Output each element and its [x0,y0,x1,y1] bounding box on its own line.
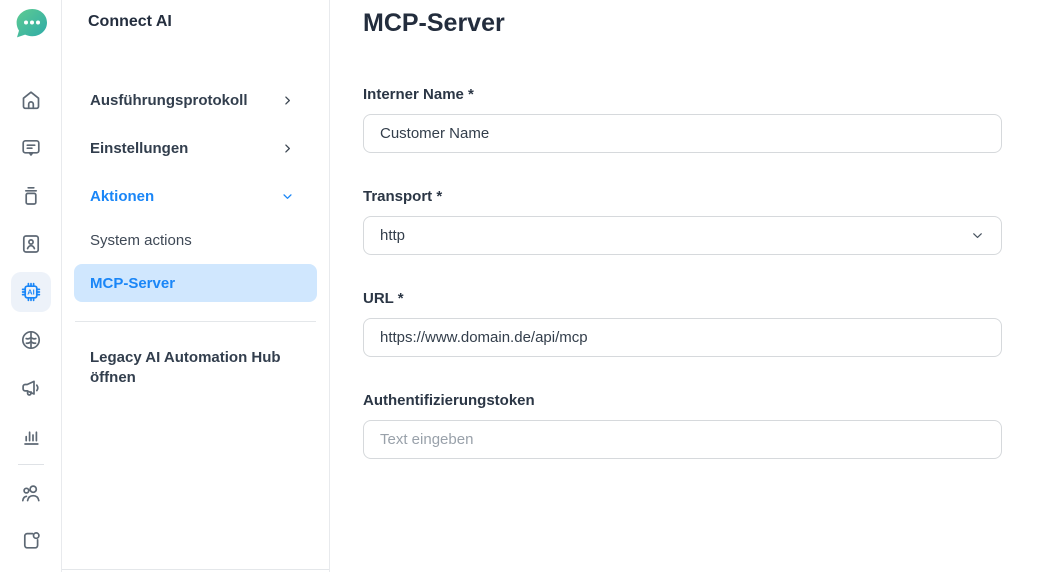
form-group-transport: Transport * http [363,189,1002,255]
transport-label: Transport * [363,189,1002,205]
sidebar-title: Connect AI [62,0,329,30]
nav-item-label: Einstellungen [90,140,188,157]
rail-items: AI [7,76,55,565]
rail-item-brain[interactable] [7,316,55,364]
main-content: MCP-Server Interner Name * Transport * h… [330,0,1042,572]
chevron-down-icon [970,228,985,243]
rail-item-ai-actions[interactable]: AI [7,268,55,316]
url-label: URL * [363,291,1002,307]
chevron-down-icon [281,190,294,203]
nav-item-aktionen[interactable]: Aktionen [62,172,329,220]
contacts-icon [19,232,43,256]
legacy-hub-link[interactable]: Legacy AI Automation Hub öffnen [62,348,329,388]
auth-token-label: Authentifizierungstoken [363,393,1002,409]
nav-subitem-label: System actions [90,232,192,249]
transport-select[interactable]: http [363,216,1002,255]
sidebar-bottom-border [62,569,329,570]
chat-icon [19,136,43,160]
rail-item-announcements[interactable] [7,364,55,412]
rail-divider [18,464,44,465]
archive-icon [19,184,43,208]
ai-chip-icon: AI [19,280,43,304]
brain-icon [19,328,43,352]
rail-item-analytics[interactable] [7,412,55,460]
rail-item-users[interactable] [7,469,55,517]
chat-bubble-logo-icon [13,6,49,42]
svg-text:AI: AI [27,288,34,297]
page-title: MCP-Server [363,6,1002,40]
rail-item-archive[interactable] [7,172,55,220]
icon-rail: AI [0,0,62,572]
rail-item-chat[interactable] [7,124,55,172]
sidebar-divider [75,321,316,322]
home-icon [19,88,43,112]
active-tile: AI [11,272,51,312]
internal-name-input[interactable] [363,114,1002,153]
auth-token-input[interactable] [363,420,1002,459]
nav-item-einstellungen[interactable]: Einstellungen [62,124,329,172]
transport-selected-value: http [380,227,405,244]
sidebar-nav: Ausführungsprotokoll Einstellungen Aktio… [62,76,329,388]
nav-subitem-system-actions[interactable]: System actions [62,220,329,260]
logout-icon [19,529,43,553]
form-group-internal-name: Interner Name * [363,87,1002,153]
brand-logo[interactable] [13,6,49,42]
nav-item-label: Aktionen [90,188,154,205]
bar-chart-icon [19,424,43,448]
app-window: AI [0,0,1042,572]
form-group-url: URL * [363,291,1002,357]
url-input[interactable] [363,318,1002,357]
rail-item-contacts[interactable] [7,220,55,268]
sidebar: Connect AI Ausführungsprotokoll Einstell… [62,0,330,572]
chevron-right-icon [281,142,294,155]
users-icon [19,481,43,505]
nav-subitem-label: MCP-Server [90,275,175,292]
nav-item-ausfuehrungsprotokoll[interactable]: Ausführungsprotokoll [62,76,329,124]
mcp-server-form: Interner Name * Transport * http URL * A… [363,87,1002,459]
nav-subitem-mcp-server[interactable]: MCP-Server [74,264,317,302]
rail-item-home[interactable] [7,76,55,124]
rail-item-logout[interactable] [7,517,55,565]
form-group-auth-token: Authentifizierungstoken [363,393,1002,459]
megaphone-icon [19,376,43,400]
internal-name-label: Interner Name * [363,87,1002,103]
nav-item-label: Ausführungsprotokoll [90,92,248,109]
chevron-right-icon [281,94,294,107]
